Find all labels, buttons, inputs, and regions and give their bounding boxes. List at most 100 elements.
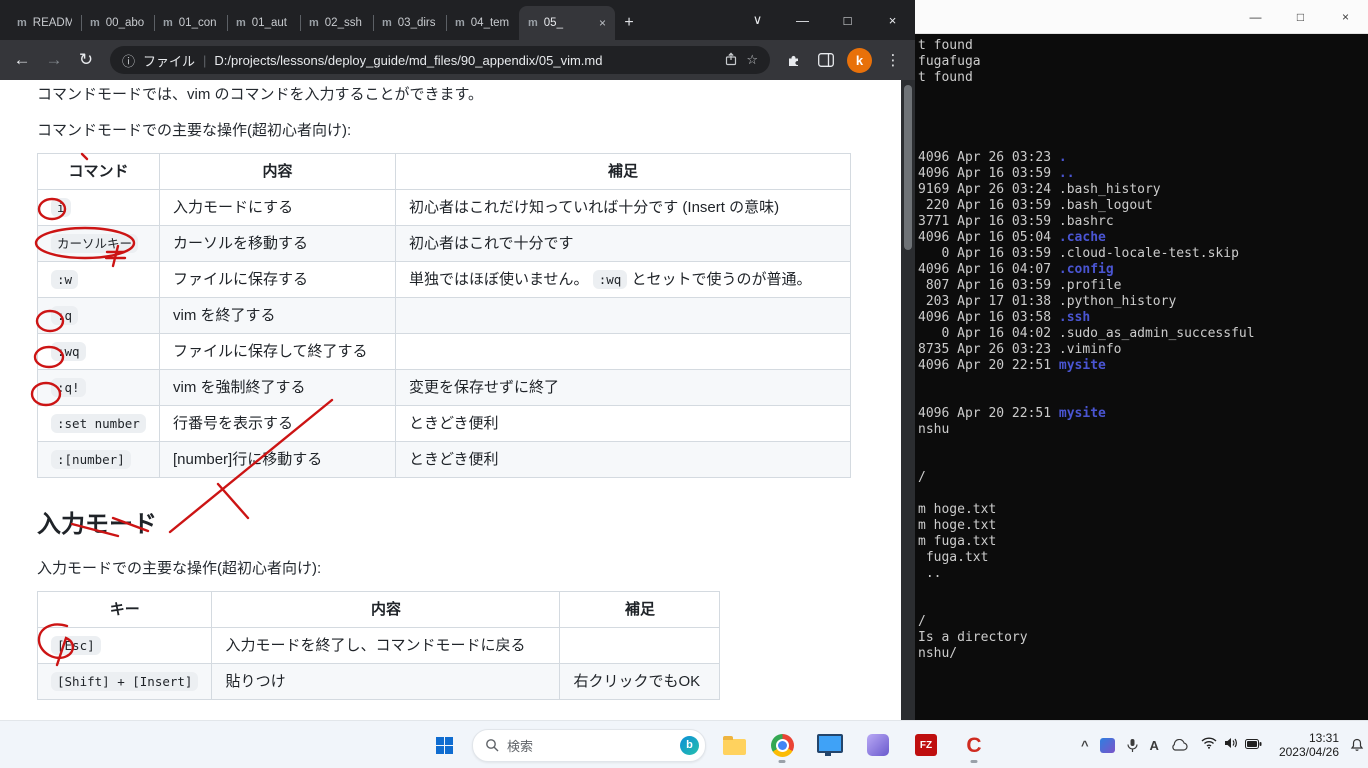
forward-button[interactable]: → <box>40 46 68 74</box>
code-span: :w <box>51 270 79 289</box>
taskbar-clock[interactable]: 13:31 2023/04/26 <box>1279 731 1339 759</box>
command-cell: :q! <box>37 369 160 406</box>
markdown-file-icon: m <box>528 17 538 29</box>
desc-cell: vim を終了する <box>159 297 396 334</box>
new-tab-button[interactable]: + <box>615 6 643 40</box>
chrome-button[interactable] <box>762 725 802 765</box>
quick-settings-group[interactable] <box>1199 736 1264 754</box>
tab-01-cond[interactable]: m 01_con <box>154 6 227 40</box>
markdown-file-icon: m <box>382 17 392 29</box>
table-row: カーソルキー カーソルを移動する 初心者はこれで十分です <box>37 225 851 262</box>
desktop: — □ × t found fugafuga t found 4096 Apr 26… <box>0 0 1368 768</box>
desc-cell: 入力モードを終了し、コマンドモードに戻る <box>211 627 561 664</box>
terminal-app-button[interactable]: C <box>954 725 994 765</box>
terminal-close-button[interactable]: × <box>1323 0 1368 33</box>
command-table: コマンド 内容 補足 i 入力モードにする 初心者はこれだけ知っていれば十分です… <box>37 153 851 478</box>
terminal-maximize-button[interactable]: □ <box>1278 0 1323 33</box>
profile-avatar[interactable]: k <box>847 47 872 73</box>
code-span: :set number <box>51 414 146 433</box>
column-header: コマンド <box>37 153 160 190</box>
code-span: i <box>51 198 71 217</box>
table-row: i 入力モードにする 初心者はこれだけ知っていれば十分です (Insert の意… <box>37 189 851 226</box>
column-header: キー <box>36 591 213 628</box>
terminal-titlebar[interactable]: — □ × <box>915 0 1368 34</box>
filezilla-button[interactable]: FZ <box>906 725 946 765</box>
note-cell: 初心者はこれで十分です <box>395 225 851 262</box>
command-cell: :w <box>37 261 160 298</box>
desc-cell: 入力モードにする <box>159 189 396 226</box>
ime-indicator[interactable]: A <box>1150 738 1159 753</box>
taskbar: 検索 b FZ C ^ A 13:31 2023/04/26 <box>0 720 1368 768</box>
note-cell <box>395 297 851 334</box>
table-row: :wq ファイルに保存して終了する <box>37 333 851 370</box>
tab-strip: m READM m 00_abo m 01_con m 01_aut m 02_… <box>0 0 915 40</box>
code-span: [Esc] <box>51 636 101 655</box>
note-cell: ときどき便利 <box>395 441 851 478</box>
tab-label: 02_ssh <box>324 17 362 29</box>
share-icon[interactable] <box>724 52 738 69</box>
desc-cell: ファイルに保存する <box>159 261 396 298</box>
tab-03-dirs[interactable]: m 03_dirs <box>373 6 446 40</box>
url-text[interactable]: D:/projects/lessons/deploy_guide/md_file… <box>214 53 716 68</box>
back-button[interactable]: ← <box>8 46 36 74</box>
markdown-file-icon: m <box>163 17 173 29</box>
tab-04-tem[interactable]: m 04_tem <box>446 6 519 40</box>
tab-05-vim-active[interactable]: m 05_ × <box>519 6 615 40</box>
taskbar-center-group: 検索 b FZ C <box>424 721 994 768</box>
side-panel-icon[interactable] <box>812 46 840 74</box>
tab-close-icon[interactable]: × <box>599 16 606 30</box>
tray-app-button[interactable] <box>1099 737 1115 753</box>
system-tray: ^ A 13:31 2023/04/26 <box>1081 721 1364 768</box>
code-span: :wq <box>51 342 86 361</box>
terminal-window[interactable]: — □ × t found fugafuga t found 4096 Apr 26… <box>915 0 1368 720</box>
start-button[interactable] <box>424 725 464 765</box>
bookmark-star-icon[interactable]: ☆ <box>746 52 758 68</box>
key-cell: [Shift] + [Insert] <box>36 663 213 700</box>
app-button[interactable] <box>858 725 898 765</box>
tab-02-ssh[interactable]: m 02_ssh <box>300 6 373 40</box>
tab-00-about[interactable]: m 00_abo <box>81 6 154 40</box>
bing-icon[interactable]: b <box>680 735 699 755</box>
input-table-caption: 入力モードでの主要な操作(超初心者向け): <box>37 560 322 577</box>
table-row: :set number 行番号を表示する ときどき便利 <box>37 405 851 442</box>
maximize-button[interactable]: □ <box>825 0 870 40</box>
page-scrollbar[interactable] <box>901 80 915 720</box>
onedrive-cloud-icon[interactable] <box>1170 739 1188 751</box>
search-label: 検索 <box>507 738 534 754</box>
command-cell: :wq <box>37 333 160 370</box>
microphone-tray-icon[interactable] <box>1126 738 1139 753</box>
tab-readme[interactable]: m READM <box>8 6 81 40</box>
browser-menu-kebab-icon[interactable]: ⋮ <box>879 46 907 74</box>
markdown-file-icon: m <box>90 17 100 29</box>
terminal-minimize-button[interactable]: — <box>1233 0 1278 33</box>
minimize-button[interactable]: — <box>780 0 825 40</box>
folder-icon <box>722 736 746 755</box>
info-icon[interactable]: ⓘ <box>122 51 135 70</box>
windows-logo-icon <box>435 736 453 754</box>
taskbar-search[interactable]: 検索 b <box>472 728 706 762</box>
desc-cell: ファイルに保存して終了する <box>159 333 396 370</box>
tray-expand-chevron-icon[interactable]: ^ <box>1081 738 1089 753</box>
key-cell: [Esc] <box>36 627 213 664</box>
table-row: [Esc] 入力モードを終了し、コマンドモードに戻る <box>36 627 721 664</box>
address-bar[interactable]: ⓘ ファイル | D:/projects/lessons/deploy_guid… <box>110 46 770 74</box>
code-span: :q! <box>51 378 86 397</box>
note-cell <box>395 333 851 370</box>
reload-button[interactable]: ↻ <box>72 46 100 74</box>
close-button[interactable]: × <box>870 0 915 40</box>
tab-label: 00_abo <box>105 17 145 29</box>
extensions-puzzle-icon[interactable] <box>780 46 808 74</box>
tab-label: 03_dirs <box>397 17 436 29</box>
tab-01-auth[interactable]: m 01_aut <box>227 6 300 40</box>
notification-bell-icon[interactable] <box>1350 738 1364 752</box>
wifi-icon <box>1201 736 1217 754</box>
column-header: 内容 <box>211 591 561 628</box>
remote-desktop-button[interactable] <box>810 725 850 765</box>
markdown-file-icon: m <box>17 17 27 29</box>
code-span: :q <box>51 306 79 325</box>
intro-paragraph: コマンドモードでは、vim のコマンドを入力することができます。 <box>37 86 483 103</box>
scrollbar-thumb[interactable] <box>904 85 912 250</box>
tab-search-icon[interactable]: ∨ <box>735 0 780 40</box>
file-explorer-button[interactable] <box>714 725 754 765</box>
note-cell: 変更を保存せずに終了 <box>395 369 851 406</box>
